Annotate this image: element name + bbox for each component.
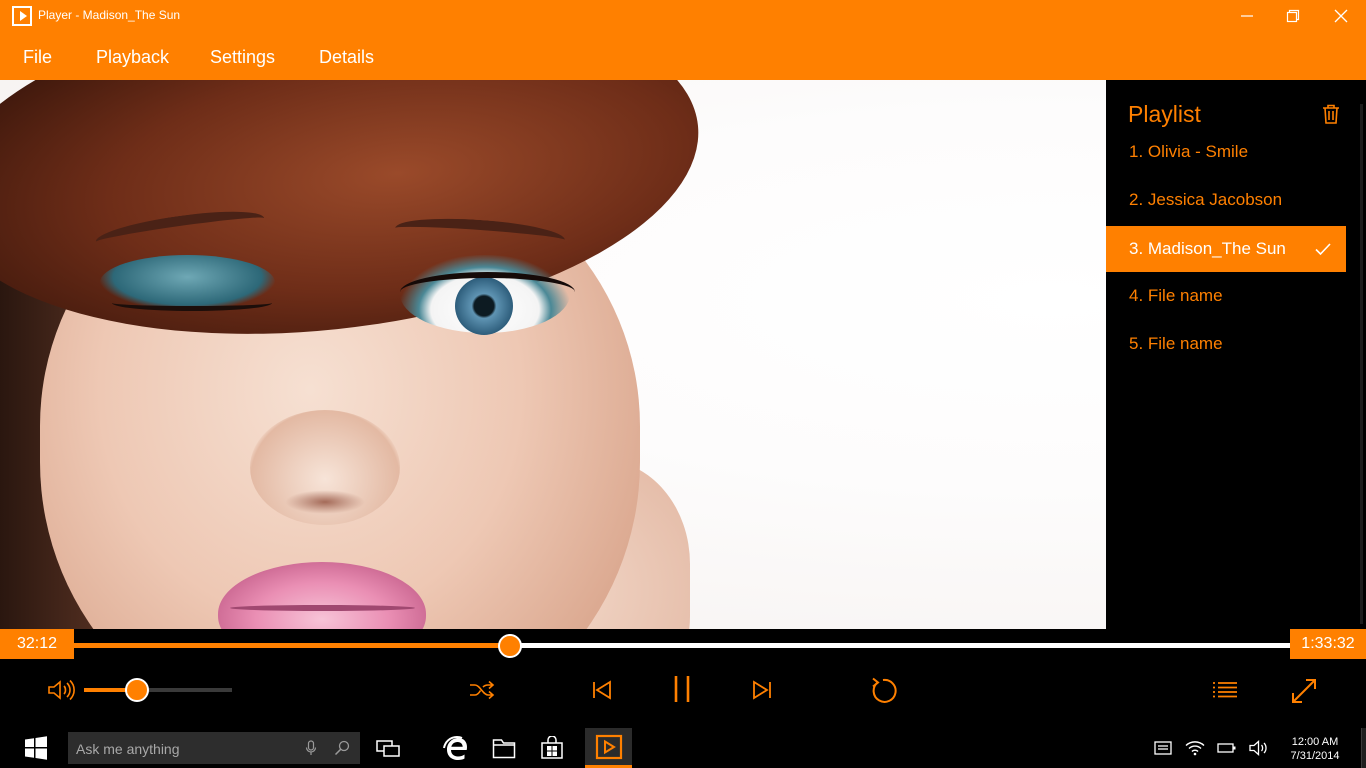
playlist-item[interactable]: 1. Olivia - Smile (1106, 129, 1346, 175)
menu-playback[interactable]: Playback (96, 47, 169, 68)
video-frame[interactable] (0, 80, 1106, 629)
volume-slider[interactable] (84, 678, 232, 702)
player-taskbar-icon (595, 734, 622, 759)
network-button[interactable] (1182, 728, 1208, 768)
task-view-button[interactable] (366, 728, 410, 768)
fullscreen-icon (1292, 679, 1316, 703)
playlist-item-label: 1. Olivia - Smile (1129, 142, 1249, 161)
next-icon (753, 680, 771, 700)
previous-icon (593, 680, 611, 700)
store-button[interactable] (530, 728, 574, 768)
playlist-icon (1213, 682, 1237, 698)
minimize-button[interactable] (1224, 0, 1270, 32)
edge-taskbar-button[interactable] (434, 728, 478, 768)
taskbar: Ask me anything 12:00 AM 7/31/2014 (0, 728, 1366, 768)
edge-icon (443, 735, 467, 760)
action-center-button[interactable] (1150, 728, 1176, 768)
restore-button[interactable] (1270, 0, 1316, 32)
playlist-title: Playlist (1128, 101, 1201, 127)
playlist-item-label: 2. Jessica Jacobson (1129, 190, 1283, 209)
playlist-item-active[interactable]: 3. Madison_The Sun (1106, 226, 1346, 272)
seek-track[interactable] (74, 634, 1290, 658)
repeat-icon (872, 677, 897, 703)
shuffle-button[interactable] (467, 678, 497, 702)
seek-progress-fill (74, 643, 510, 648)
search-icon[interactable] (334, 740, 350, 756)
playlist-panel: Playlist 1. Olivia - Smile 2. Jessica Ja… (1106, 80, 1366, 629)
file-explorer-button[interactable] (482, 728, 526, 768)
playlist-toggle-button[interactable] (1211, 678, 1239, 702)
task-view-icon (376, 740, 400, 757)
volume-thumb[interactable] (125, 678, 150, 702)
title-bar: Player - Madison_The Sun (0, 0, 1366, 32)
pause-button[interactable] (668, 672, 696, 706)
playlist-item-label: 3. Madison_The Sun (1129, 239, 1286, 258)
wifi-icon (1185, 741, 1205, 756)
battery-icon (1217, 743, 1236, 753)
playlist-scrollbar[interactable] (1360, 104, 1363, 624)
video-eyelid-left (112, 295, 272, 311)
close-button[interactable] (1318, 0, 1364, 32)
menu-settings[interactable]: Settings (210, 47, 275, 68)
video-lashes (400, 272, 575, 312)
app-icon (12, 6, 32, 26)
player-taskbar-button[interactable] (585, 728, 632, 768)
current-time: 32:12 (0, 629, 74, 659)
restore-icon (1286, 9, 1300, 23)
battery-button[interactable] (1214, 728, 1240, 768)
taskbar-clock[interactable]: 12:00 AM 7/31/2014 (1282, 735, 1348, 763)
file-explorer-icon (492, 739, 516, 759)
playlist-item-label: 5. File name (1129, 334, 1223, 353)
search-placeholder: Ask me anything (76, 741, 180, 757)
notifications-icon (1154, 741, 1172, 755)
clock-time: 12:00 AM (1291, 736, 1339, 748)
seek-thumb[interactable] (497, 634, 522, 658)
store-icon (541, 736, 563, 759)
fullscreen-button[interactable] (1290, 677, 1318, 705)
menu-bar: File Playback Settings Details (0, 32, 1366, 80)
check-icon (1315, 243, 1331, 256)
seek-bar: 32:12 1:33:32 (0, 629, 1366, 661)
menu-file[interactable]: File (23, 47, 52, 68)
speaker-icon (1249, 740, 1267, 756)
window-title: Player - Madison_The Sun (38, 8, 181, 22)
windows-icon (25, 736, 47, 760)
volume-icon (48, 679, 75, 701)
total-time: 1:33:32 (1290, 629, 1366, 659)
speaker-button[interactable] (1246, 728, 1272, 768)
start-button[interactable] (12, 728, 60, 768)
menu-details[interactable]: Details (319, 47, 374, 68)
next-button[interactable] (749, 678, 775, 702)
video-nostril (285, 490, 365, 514)
microphone-icon[interactable] (305, 740, 317, 756)
minimize-icon (1241, 15, 1253, 17)
playlist-item[interactable]: 4. File name (1106, 273, 1346, 319)
playlist-item[interactable]: 2. Jessica Jacobson (1106, 177, 1346, 223)
previous-button[interactable] (589, 678, 615, 702)
taskbar-search-box[interactable]: Ask me anything (68, 732, 360, 764)
playlist-item[interactable]: 5. File name (1106, 321, 1346, 367)
shuffle-icon (470, 680, 495, 700)
playlist-item-label: 4. File name (1129, 286, 1223, 305)
show-desktop-button[interactable] (1361, 728, 1366, 768)
control-bar (0, 661, 1366, 719)
trash-icon[interactable] (1322, 104, 1340, 124)
volume-button[interactable] (46, 678, 76, 702)
repeat-button[interactable] (868, 676, 898, 706)
clock-date: 7/31/2014 (1290, 750, 1340, 762)
close-icon (1334, 9, 1348, 23)
video-lip-line (230, 605, 415, 611)
pause-icon (674, 676, 690, 702)
